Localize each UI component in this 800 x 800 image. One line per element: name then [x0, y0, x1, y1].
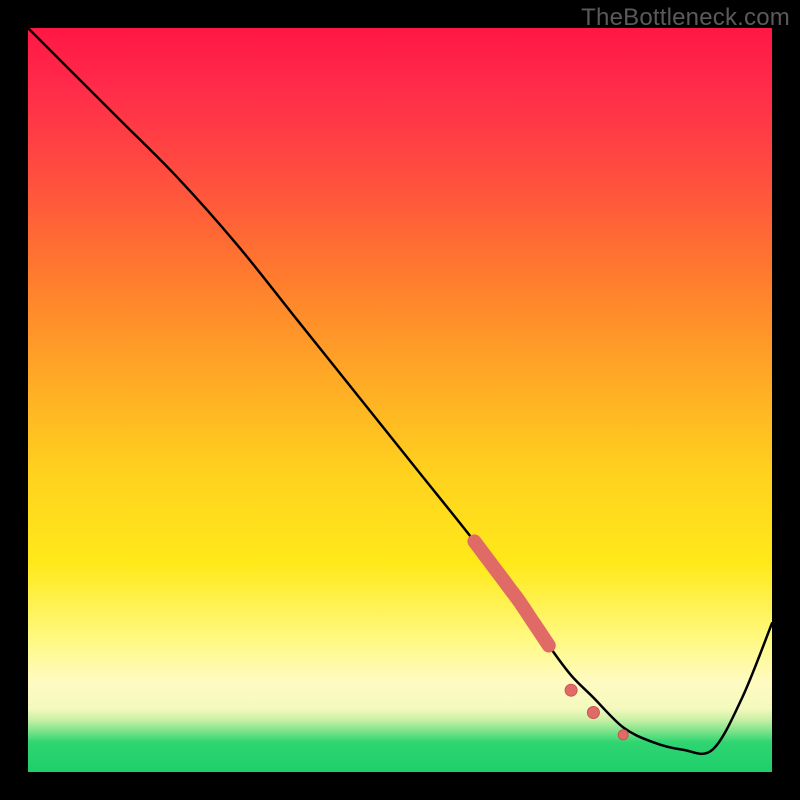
plot-area	[28, 28, 772, 772]
data-point	[565, 684, 577, 696]
bottleneck-curve	[28, 28, 772, 772]
data-point	[618, 730, 628, 740]
data-point	[587, 707, 599, 719]
outer-frame: TheBottleneck.com	[0, 0, 800, 800]
